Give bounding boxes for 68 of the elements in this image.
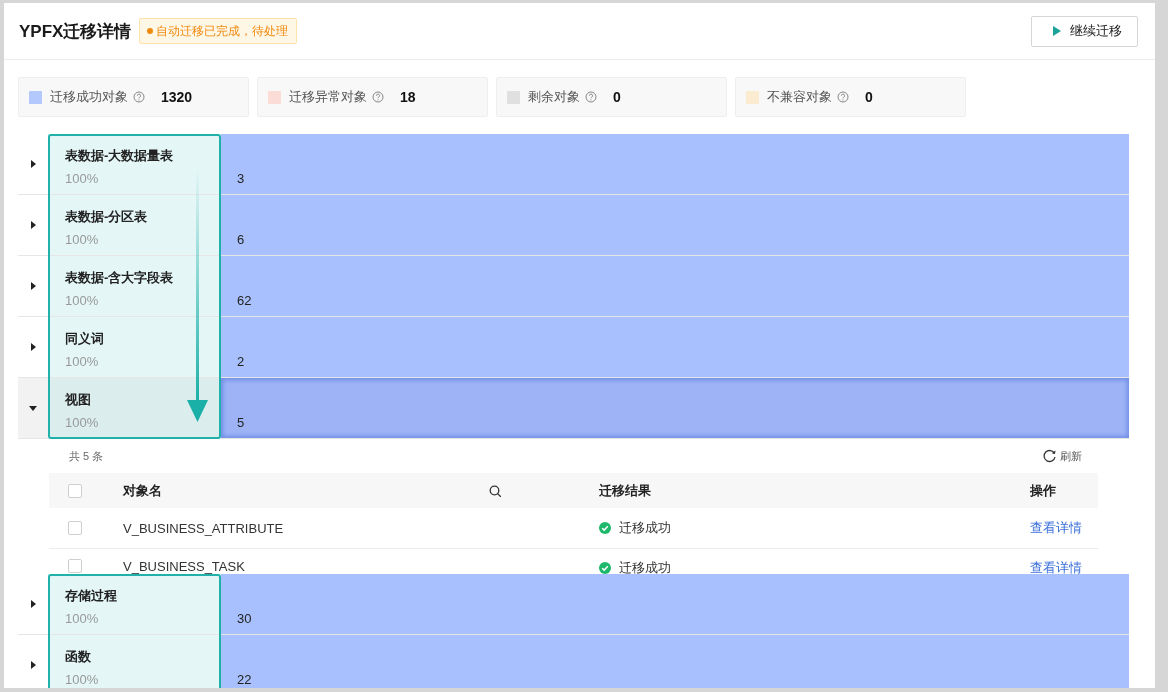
- progress-text: 100%: [65, 415, 100, 430]
- page-title: YPFX迁移详情: [19, 20, 132, 43]
- success-icon: [599, 522, 611, 534]
- progress-text: 100%: [65, 354, 100, 369]
- checkbox[interactable]: [68, 483, 82, 498]
- help-icon: [372, 91, 384, 103]
- caret-down-icon: [29, 405, 37, 411]
- category-name: 表数据-含大字段表: [65, 269, 175, 287]
- caret-right-icon: [30, 600, 36, 608]
- result-text: 迁移成功: [619, 559, 671, 577]
- category-row[interactable]: 函数 100% 22: [18, 635, 1129, 688]
- category-row[interactable]: 表数据-分区表 100% 6: [18, 195, 1129, 256]
- category-name: 表数据-大数据量表: [65, 147, 175, 165]
- object-count: 62: [237, 293, 252, 308]
- detail-link[interactable]: 查看详情: [1030, 519, 1098, 537]
- category-name: 存储过程: [65, 587, 118, 605]
- status-tag: 自动迁移已完成，待处理: [139, 18, 298, 44]
- stat-label: 迁移异常对象: [289, 88, 367, 106]
- search-icon: [489, 484, 501, 497]
- category-row[interactable]: 视图 100% 5: [18, 378, 1129, 439]
- object-count: 5: [237, 415, 245, 430]
- help-icon: [837, 91, 849, 103]
- total-count: 共 5 条: [69, 448, 104, 464]
- progress-text: 100%: [65, 672, 100, 687]
- checkbox[interactable]: [68, 559, 82, 573]
- progress-text: 100%: [65, 293, 100, 308]
- category-row[interactable]: 表数据-含大字段表 100% 62: [18, 256, 1129, 317]
- refresh-icon: [1043, 449, 1057, 463]
- object-count: 30: [237, 611, 252, 626]
- stat-label: 不兼容对象: [767, 88, 832, 106]
- caret-right-icon: [30, 160, 36, 168]
- stat-value: 18: [400, 89, 416, 105]
- result-text: 迁移成功: [619, 519, 671, 537]
- object-count: 22: [237, 672, 252, 687]
- category-name: 函数: [65, 648, 92, 666]
- category-row[interactable]: 存储过程 100% 30: [18, 574, 1129, 635]
- category-name: 视图: [65, 391, 92, 409]
- stat-value: 0: [865, 89, 873, 105]
- caret-right-icon: [30, 221, 36, 229]
- play-icon: [1052, 26, 1061, 36]
- category-row[interactable]: 表数据-大数据量表 100% 3: [18, 134, 1129, 195]
- object-count: 3: [237, 171, 245, 186]
- object-name: V_BUSINESS_TASK: [123, 559, 246, 574]
- progress-text: 100%: [65, 611, 100, 626]
- category-name: 同义词: [65, 330, 105, 348]
- continue-button[interactable]: 继续迁移: [1031, 15, 1138, 47]
- progress-text: 100%: [65, 232, 100, 247]
- stat-label: 剩余对象: [528, 88, 580, 106]
- caret-right-icon: [30, 343, 36, 351]
- category-name: 表数据-分区表: [65, 208, 149, 226]
- object-name: V_BUSINESS_ATTRIBUTE: [123, 520, 285, 536]
- help-icon: [585, 91, 597, 103]
- object-count: 2: [237, 354, 245, 369]
- detail-link[interactable]: 查看详情: [1030, 559, 1098, 577]
- stat-label: 迁移成功对象: [50, 88, 128, 106]
- column-header: 迁移结果: [599, 481, 652, 500]
- category-row[interactable]: 同义词 100% 2: [18, 317, 1129, 378]
- help-icon: [133, 91, 145, 103]
- column-header: 操作: [1030, 481, 1057, 500]
- stat-value: 1320: [161, 89, 193, 105]
- caret-right-icon: [30, 661, 36, 669]
- column-header: 对象名: [123, 481, 162, 500]
- checkbox[interactable]: [68, 521, 82, 535]
- refresh-button[interactable]: 刷新: [1043, 448, 1082, 464]
- stat-value: 0: [613, 89, 621, 105]
- progress-text: 100%: [65, 171, 100, 186]
- caret-right-icon: [30, 282, 36, 290]
- object-count: 6: [237, 232, 245, 247]
